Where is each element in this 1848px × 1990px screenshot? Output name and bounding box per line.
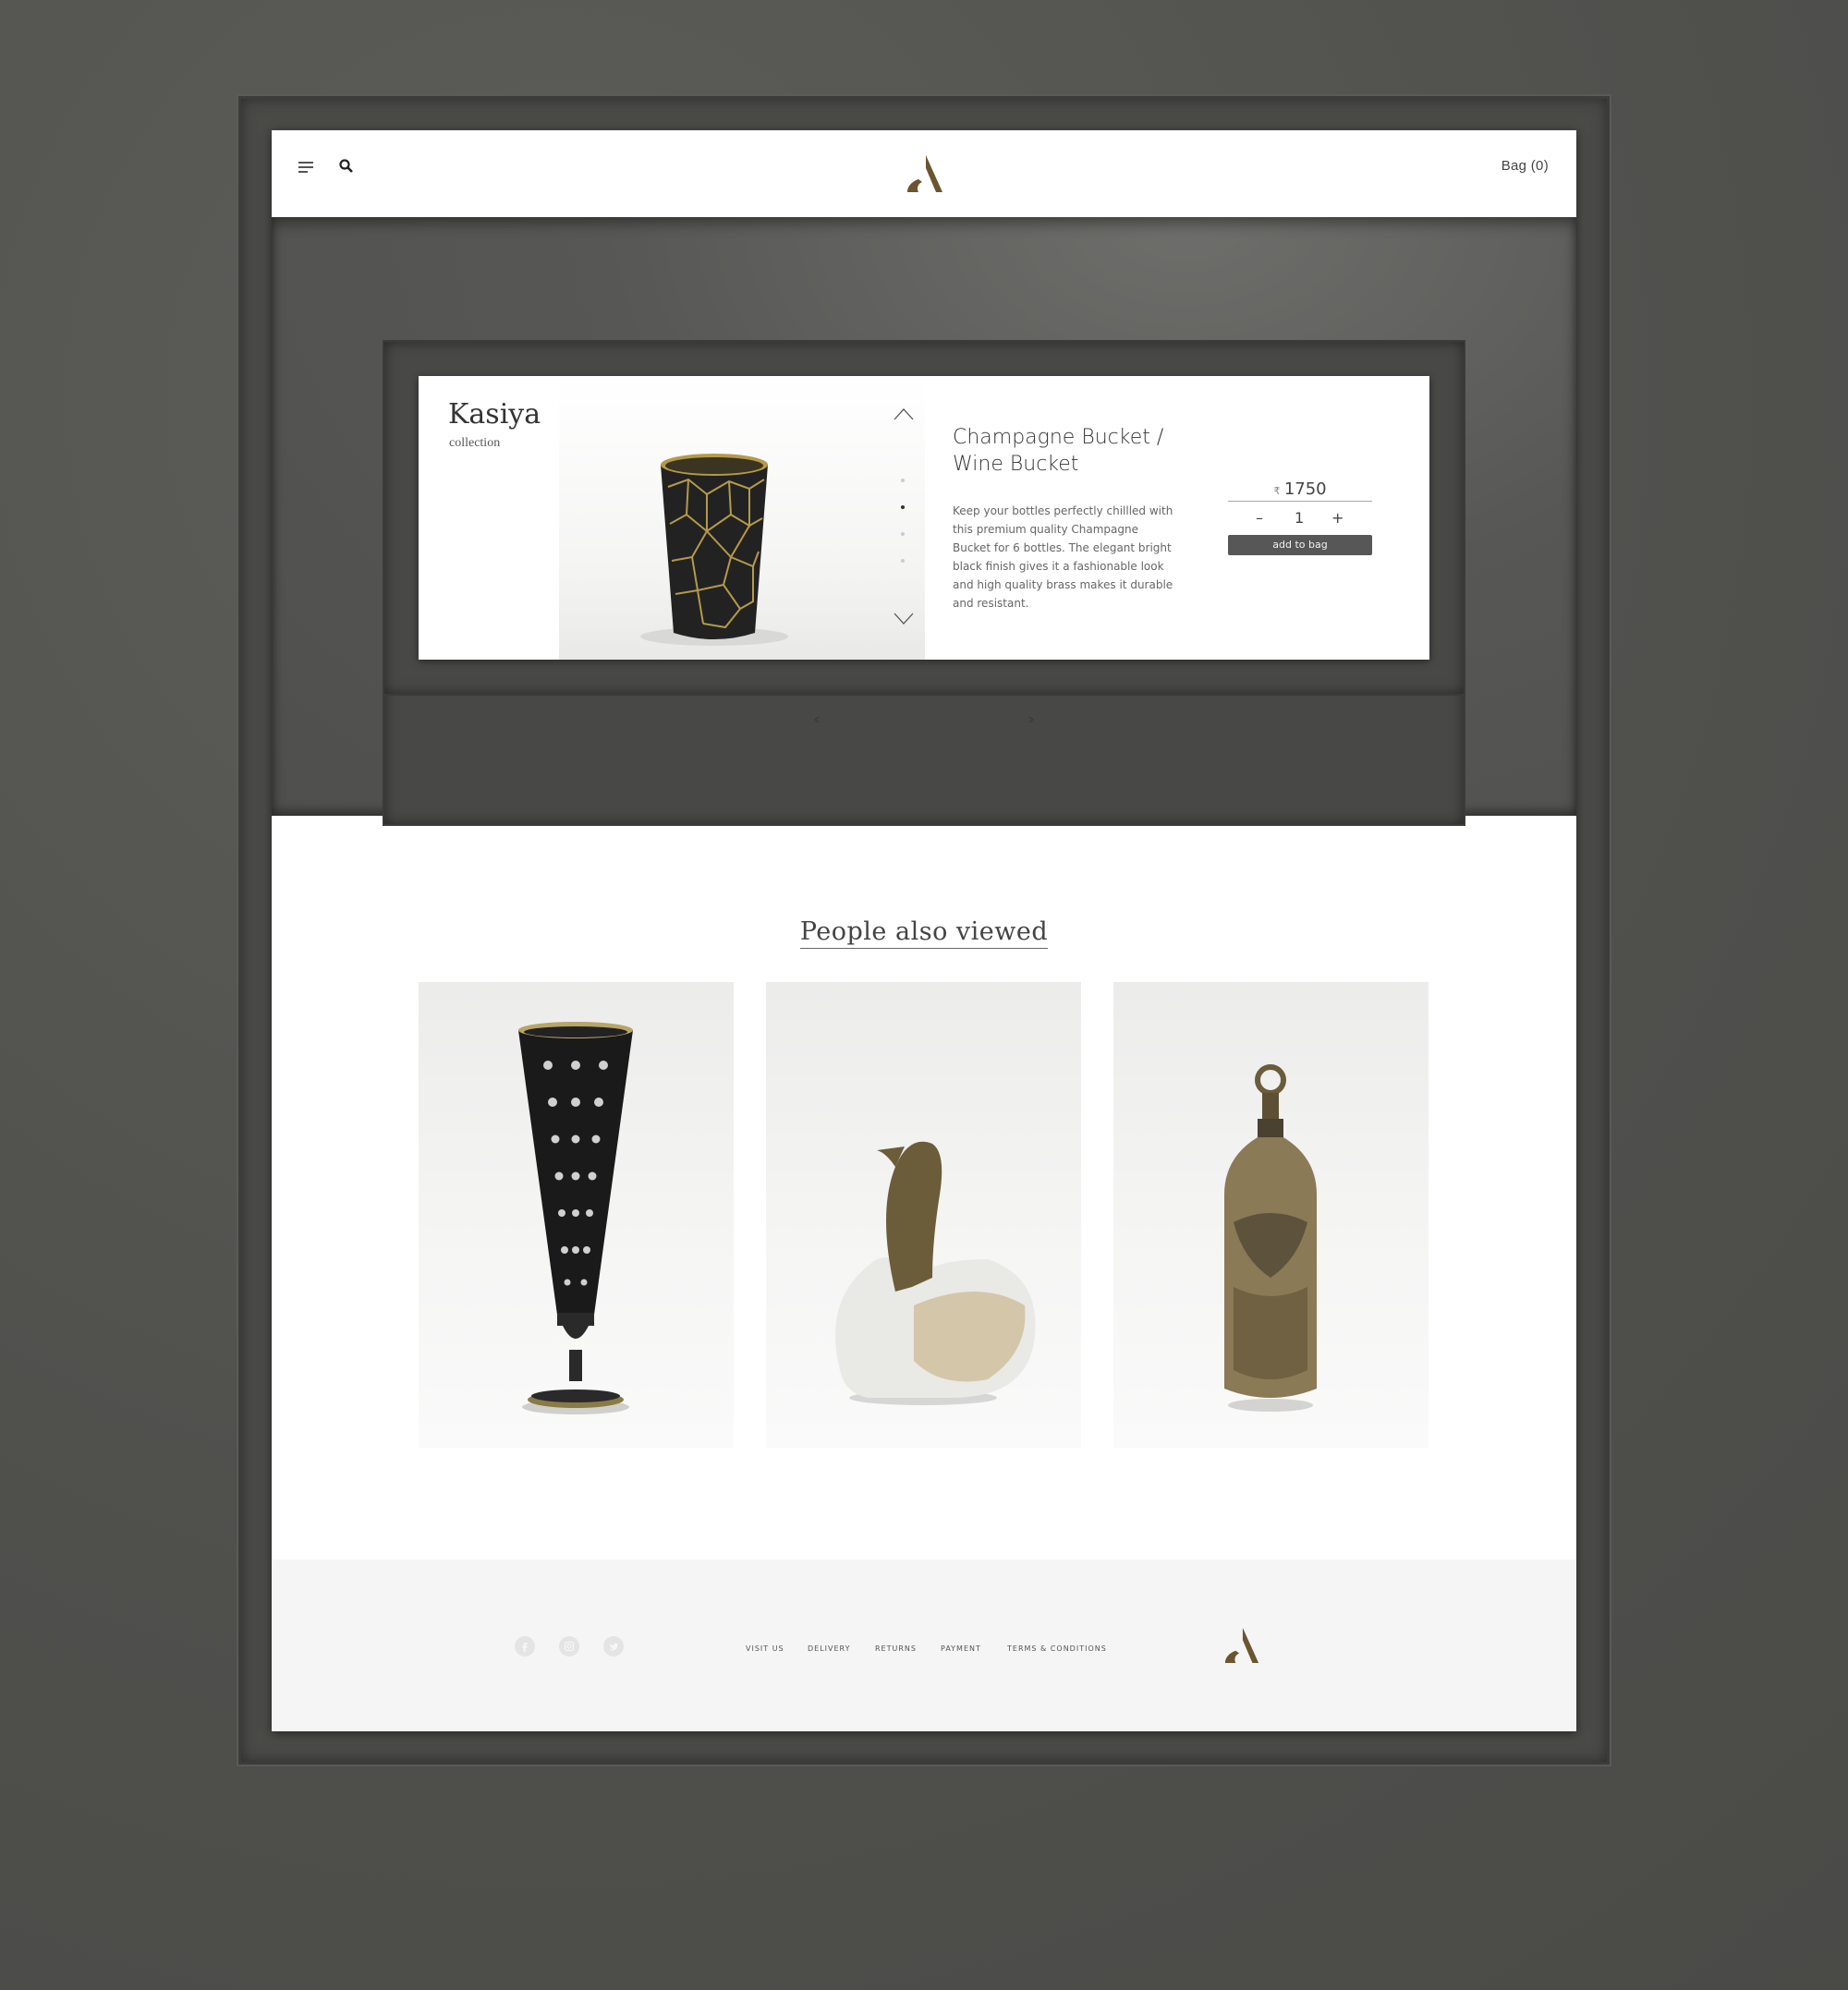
footer-link-payment[interactable]: PAYMENT — [941, 1644, 981, 1653]
swan-image — [835, 1141, 1036, 1405]
product-title: Champagne Bucket / Wine Bucket — [953, 426, 1164, 476]
footer-link-returns[interactable]: RETURNS — [875, 1644, 917, 1653]
menu-icon[interactable] — [298, 158, 316, 176]
facebook-icon[interactable] — [515, 1636, 535, 1656]
product-tile-swan[interactable] — [766, 982, 1081, 1448]
webpage: Bag (0) Kasiya collection Champagne Buck… — [272, 130, 1576, 1731]
product-card: Kasiya collection Champagne Bucket / Win… — [419, 376, 1429, 660]
hero-prev-arrow[interactable] — [814, 716, 820, 723]
image-dot[interactable] — [901, 532, 905, 536]
bottle-image — [1224, 1064, 1317, 1412]
quantity-stepper: – 1 + — [1228, 509, 1372, 528]
qty-minus-button[interactable]: – — [1256, 509, 1263, 527]
footer-link-terms[interactable]: TERMS & CONDITIONS — [1007, 1644, 1107, 1653]
header: Bag (0) — [272, 130, 1576, 217]
product-tile-vase[interactable] — [419, 982, 734, 1448]
product-description: Keep your bottles perfectly chillled wit… — [953, 504, 1173, 610]
image-prev-arrow[interactable] — [894, 407, 914, 420]
twitter-icon[interactable] — [603, 1636, 624, 1656]
currency-symbol: ₹ — [1273, 486, 1281, 497]
product-tile-bottle[interactable] — [1113, 982, 1429, 1448]
price-value: 1750 — [1283, 479, 1327, 499]
collection-label: collection — [449, 436, 501, 450]
image-dot[interactable] — [901, 559, 905, 563]
section-title-text: People also viewed — [799, 917, 1049, 949]
qty-plus-button[interactable]: + — [1331, 509, 1343, 527]
vase-image — [518, 1022, 633, 1414]
instagram-icon[interactable] — [559, 1636, 579, 1656]
image-next-arrow[interactable] — [894, 613, 914, 625]
footer — [272, 1559, 1576, 1731]
product-image — [559, 376, 925, 660]
brand-logo[interactable] — [906, 153, 944, 194]
add-to-bag-button[interactable]: add to bag — [1228, 535, 1372, 555]
hero-next-arrow[interactable] — [1028, 716, 1034, 723]
footer-link-visit-us[interactable]: VISIT US — [746, 1644, 784, 1653]
price: ₹ 1750 — [1228, 479, 1372, 502]
image-dot-active[interactable] — [901, 505, 905, 509]
image-dot[interactable] — [901, 479, 905, 482]
champagne-bucket-image — [640, 454, 788, 646]
qty-value[interactable]: 1 — [1295, 509, 1304, 527]
collection-name: Kasiya — [448, 398, 541, 431]
footer-link-delivery[interactable]: DELIVERY — [808, 1644, 851, 1653]
section-title: People also viewed — [272, 917, 1576, 949]
search-icon[interactable] — [338, 158, 355, 175]
bag-link[interactable]: Bag (0) — [1502, 158, 1549, 174]
footer-brand-logo[interactable] — [1223, 1626, 1260, 1665]
